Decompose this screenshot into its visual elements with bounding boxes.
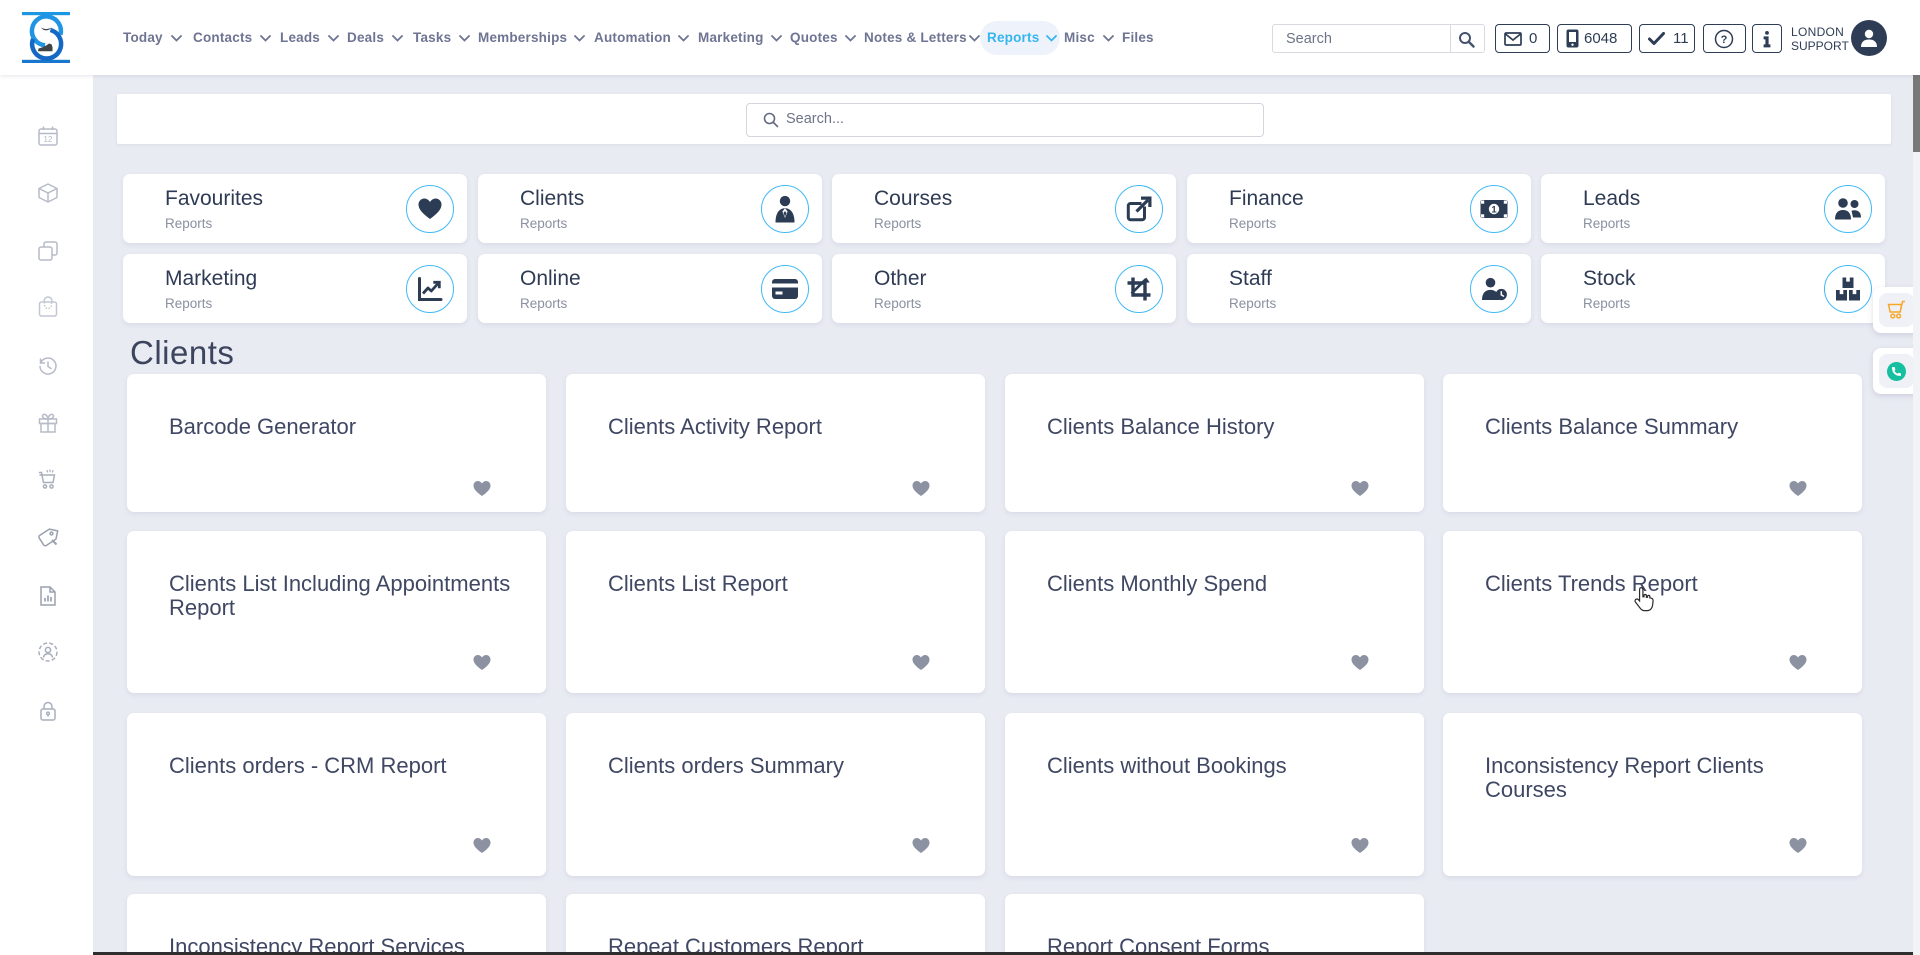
svg-text:?: ?	[1721, 34, 1728, 46]
svg-text:12: 12	[44, 135, 53, 144]
svg-text:1: 1	[1491, 204, 1497, 215]
